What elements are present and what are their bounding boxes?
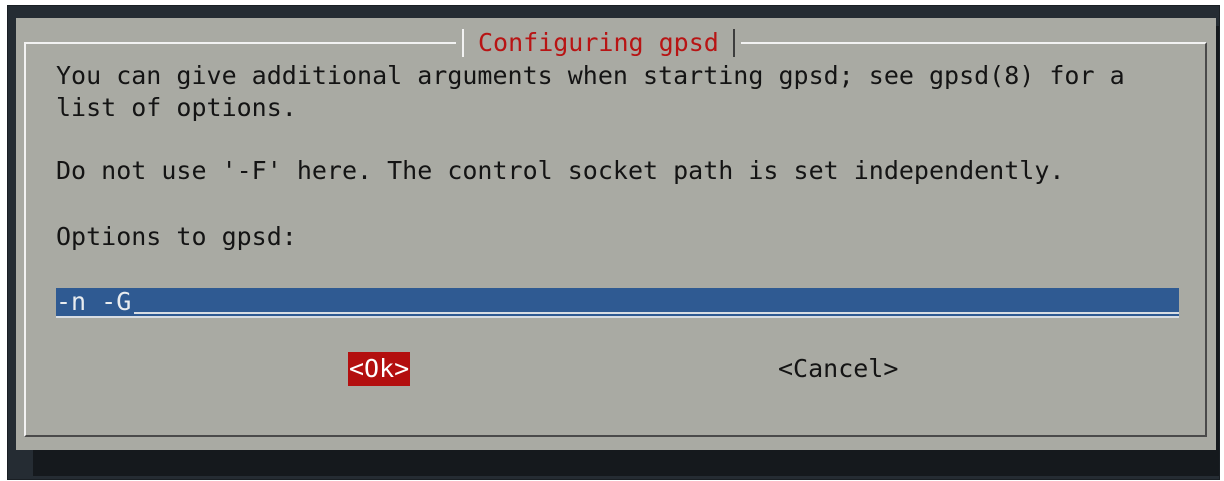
options-label: Options to gpsd: [56, 222, 297, 251]
terminal-window: Configuring gpsd You can give additional… [7, 5, 1220, 480]
title-right-divider [732, 29, 735, 57]
cancel-button[interactable]: <Cancel> [778, 352, 898, 386]
description-line-2: list of options. [56, 93, 297, 122]
ok-button[interactable]: <Ok> [348, 352, 411, 386]
gpsd-options-value[interactable]: -n -G [56, 288, 131, 316]
description-line-1: You can give additional arguments when s… [56, 61, 1125, 90]
gpsd-options-input[interactable]: -n -G [56, 288, 1179, 318]
dialog-title: Configuring gpsd [478, 28, 719, 57]
dialog-title-bar: Configuring gpsd [456, 26, 741, 60]
dialog-shadow-bottom [33, 450, 1219, 476]
input-underline [134, 312, 1179, 314]
configuring-dialog: Configuring gpsd You can give additional… [16, 18, 1216, 450]
warning-line: Do not use '-F' here. The control socket… [56, 156, 1065, 185]
